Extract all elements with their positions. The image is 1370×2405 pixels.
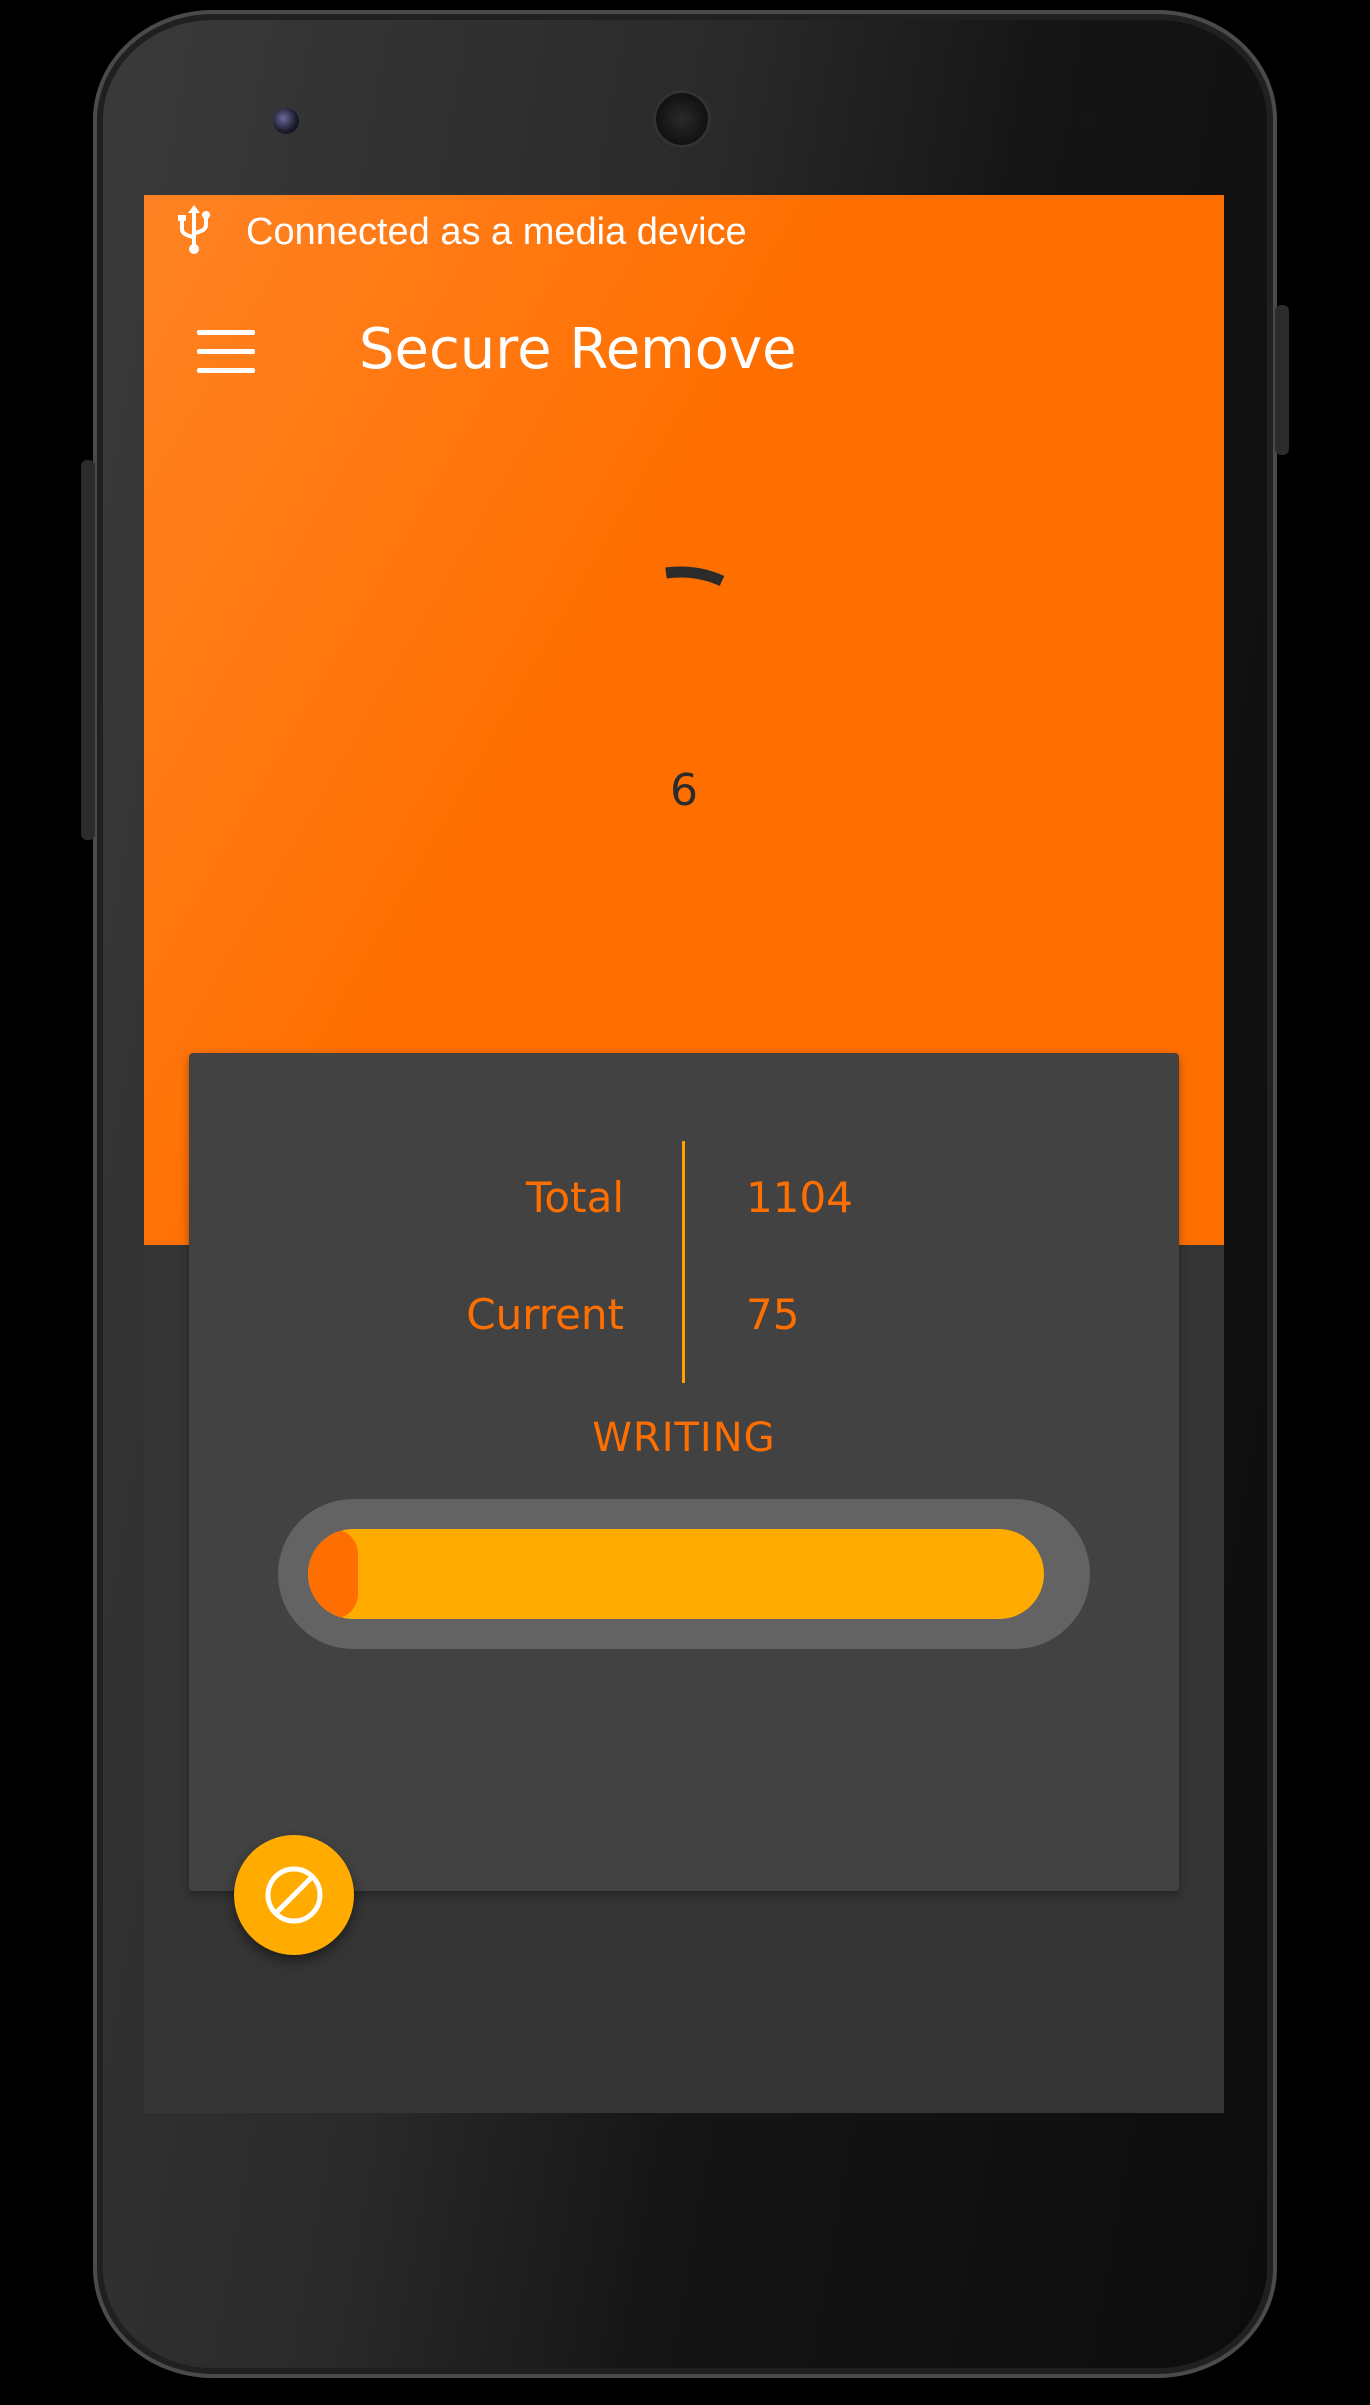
cancel-button[interactable] — [234, 1835, 354, 1955]
earpiece-speaker — [653, 90, 711, 148]
progress-bar-track — [308, 1529, 1044, 1619]
loading-spinner — [665, 566, 725, 587]
total-label: Total — [525, 1173, 624, 1222]
cancel-icon — [265, 1866, 323, 1924]
operation-state: WRITING — [592, 1415, 776, 1461]
progress-card: Total 1104 Current 75 WRITING — [189, 1053, 1179, 1891]
usb-icon — [178, 205, 210, 254]
usb-notification-text: Connected as a media device — [246, 211, 747, 253]
progress-bar — [278, 1499, 1090, 1649]
stats-divider — [682, 1141, 685, 1383]
current-value: 75 — [746, 1290, 800, 1339]
status-bar: Connected as a media device — [144, 195, 1224, 275]
progress-bar-fill — [308, 1529, 359, 1619]
front-camera — [273, 108, 299, 134]
total-value: 1104 — [746, 1173, 853, 1222]
current-label: Current — [466, 1290, 624, 1339]
proximity-sensor — [1053, 112, 1069, 128]
screen: Connected as a media device Secure Remov… — [144, 195, 1224, 2113]
pass-count: 6 — [670, 765, 698, 816]
app-title: Secure Remove — [359, 317, 797, 382]
power-button — [1275, 305, 1289, 455]
volume-button — [81, 460, 95, 840]
light-sensor — [1083, 112, 1099, 128]
menu-icon[interactable] — [197, 330, 255, 374]
